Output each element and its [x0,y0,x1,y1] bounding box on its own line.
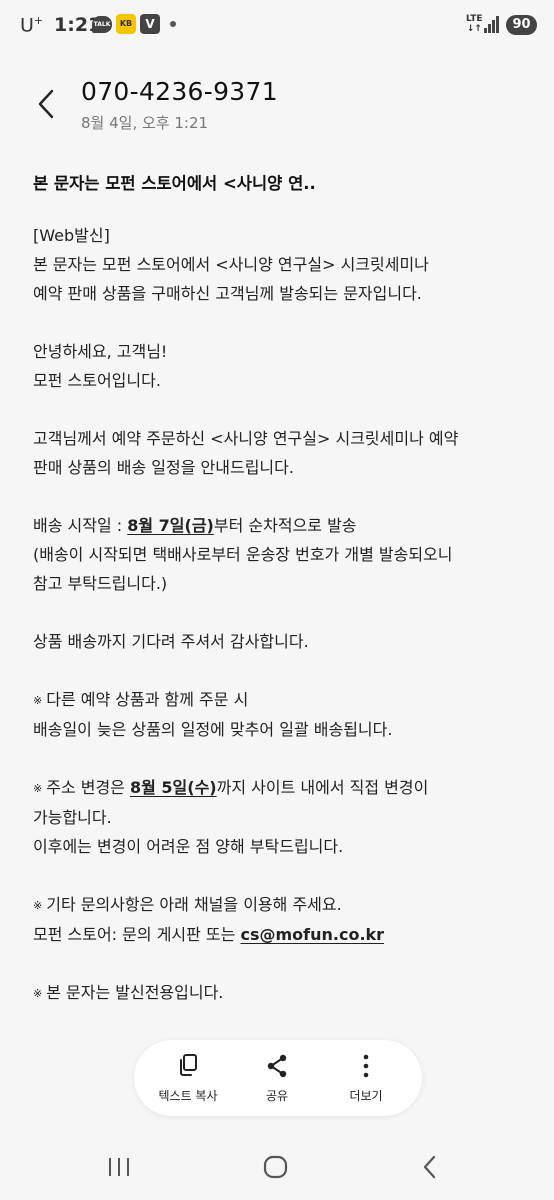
paragraph-intro: [Web발신] 본 문자는 모펀 스토어에서 <사니양 연구실> 시크릿세미나 … [33,221,533,308]
address-deadline-highlight: 8월 5일(수) [130,778,217,797]
home-button[interactable] [261,1154,291,1180]
text-line: ※ 다른 예약 상품과 함께 주문 시 [33,685,533,715]
system-navigation-bar [0,1140,554,1200]
share-icon [267,1054,287,1078]
text-line: (배송이 시작되면 택배사로부터 운송장 번호가 개별 발송되오니 [33,545,453,564]
share-label: 공유 [265,1089,289,1103]
text-line: 모펀 스토어입니다. [33,371,161,390]
email-link[interactable]: cs@mofun.co.kr [240,925,384,944]
text-line: 배송 시작일 : 8월 7일(금)부터 순차적으로 발송 [33,511,533,540]
text-line: 배송일이 늦은 상품의 일정에 맞추어 일괄 배송됩니다. [33,720,393,739]
kakaotalk-icon: TALK [92,16,112,33]
shipping-prefix: 배송 시작일 : [33,516,128,535]
share-button[interactable]: 공유 [246,1040,308,1116]
back-nav-button[interactable] [416,1154,446,1180]
paragraph-greeting: 안녕하세요, 고객님! 모펀 스토어입니다. [33,337,533,395]
text-line: 판매 상품의 배송 일정을 안내드립니다. [33,458,294,477]
shipping-suffix: 부터 순차적으로 발송 [213,516,357,535]
v-app-icon: V [140,14,160,34]
notification-dot-icon [170,21,176,27]
text-line: 참고 부탁드립니다.) [33,574,168,593]
text-line: ※ 기타 문의사항은 아래 채널을 이용해 주세요. [33,890,533,920]
text-line: 이후에는 변경이 어려운 점 양해 부탁드립니다. [33,837,344,856]
reference-mark-icon: ※ [33,899,43,912]
carrier-label: U+ [20,14,44,37]
reference-mark-icon: ※ [33,782,43,795]
copy-icon [180,1054,197,1076]
kb-bank-icon: KB [116,14,136,34]
text-line: ※ 본 문자는 발신전용입니다. [33,978,533,1008]
text-line: 상품 배송까지 기다려 주셔서 감사합니다. [33,632,309,651]
chevron-left-icon [38,89,54,119]
paragraph-note-address: ※ 주소 변경은 8월 5일(수)까지 사이트 내에서 직접 변경이 가능합니다.… [33,773,533,861]
paragraph-note-contact: ※ 기타 문의사항은 아래 채널을 이용해 주세요. 모펀 스토어: 문의 게시판… [33,890,533,949]
network-type-label: LTE ↓↑ [466,14,483,34]
text-line: ※ 주소 변경은 8월 5일(수)까지 사이트 내에서 직접 변경이 [33,773,533,803]
paragraph-note-sendonly: ※ 본 문자는 발신전용입니다. [33,978,533,1008]
paragraph-note-combined: ※ 다른 예약 상품과 함께 주문 시 배송일이 늦은 상품의 일정에 맞추어 일… [33,685,533,744]
recent-apps-icon [109,1158,129,1176]
reference-mark-icon: ※ [33,694,43,707]
paragraph-shipping: 배송 시작일 : 8월 7일(금)부터 순차적으로 발송 (배송이 시작되면 택… [33,511,533,598]
shipping-date-highlight: 8월 7일(금) [127,516,214,535]
sender-phone-number: 070-4236-9371 [81,77,278,106]
more-vertical-icon [363,1054,369,1078]
text-line: 모펀 스토어: 문의 게시판 또는 cs@mofun.co.kr [33,925,385,944]
text-line: 고객님께서 예약 주문하신 <사니양 연구실> 시크릿세미나 예약 [33,429,459,448]
back-button[interactable] [32,86,66,122]
text-line: 예약 판매 상품을 구매하신 고객님께 발송되는 문자입니다. [33,284,422,303]
back-arrow-icon [423,1155,436,1179]
more-button[interactable]: 더보기 [334,1040,398,1116]
paragraph-schedule: 고객님께서 예약 주문하신 <사니양 연구실> 시크릿세미나 예약 판매 상품의… [33,424,533,482]
message-subject: 본 문자는 모펀 스토어에서 <사니양 연.. [33,174,316,193]
recent-apps-button[interactable] [104,1154,134,1180]
message-body: [Web발신] 본 문자는 모펀 스토어에서 <사니양 연구실> 시크릿세미나 … [33,221,533,1008]
message-date: 8월 4일, 오후 1:21 [81,114,209,132]
text-line: 본 문자는 모펀 스토어에서 <사니양 연구실> 시크릿세미나 [33,255,429,274]
home-icon [263,1155,288,1179]
copy-text-label: 텍스트 복사 [158,1089,218,1103]
message-action-bar: 텍스트 복사 공유 더보기 [134,1040,422,1116]
more-label: 더보기 [349,1089,383,1103]
paragraph-thanks: 상품 배송까지 기다려 주셔서 감사합니다. [33,627,533,656]
signal-icon [484,16,500,33]
text-line: 안녕하세요, 고객님! [33,342,168,361]
message-content: 본 문자는 모펀 스토어에서 <사니양 연.. [Web발신] 본 문자는 모펀… [33,170,533,1037]
reference-mark-icon: ※ [33,987,43,1000]
status-bar: U+ 1:21 TALK KB V LTE ↓↑ 90 [0,0,554,52]
text-line: [Web발신] [33,226,110,245]
text-line: 가능합니다. [33,808,112,827]
battery-icon: 90 [506,15,537,35]
copy-text-button[interactable]: 텍스트 복사 [148,1040,228,1116]
